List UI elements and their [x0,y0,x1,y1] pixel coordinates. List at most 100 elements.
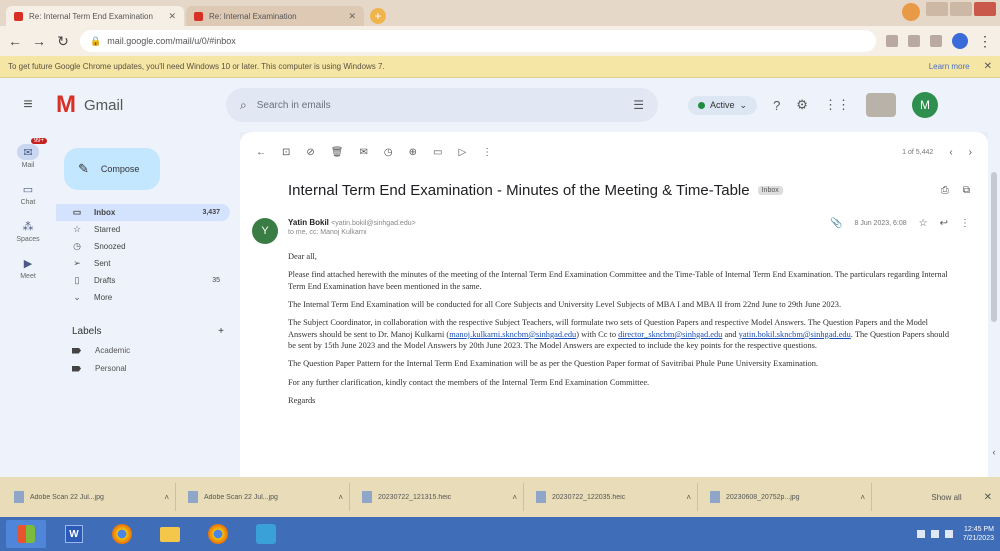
system-clock[interactable]: 12:45 PM 7/21/2023 [963,525,994,543]
reload-icon[interactable]: ↻ [56,33,70,50]
file-icon [710,491,720,503]
sidebar-item-starred[interactable]: ☆ Starred [56,221,230,238]
tab-close-icon[interactable]: ✕ [348,11,356,22]
newer-icon[interactable]: ‹ [949,147,952,158]
flag-icon[interactable] [944,530,953,538]
recipients-line[interactable]: to me, cc: Manoj Kulkarni [288,229,830,236]
chevron-up-icon[interactable]: ˄ [686,493,691,502]
sidebar-item-inbox[interactable]: ▭ Inbox 3,437 [56,204,230,221]
browser-tab[interactable]: Re: Internal Examination ✕ [186,6,364,26]
side-panel-toggle-icon[interactable]: ‹ [988,447,1000,457]
chevron-down-icon: ⌄ [739,99,748,110]
maximize-button[interactable] [950,2,972,16]
tab-search-icon[interactable] [930,35,942,47]
volume-icon[interactable] [930,530,939,538]
browser-profile-icon[interactable] [902,3,920,21]
sender-avatar[interactable]: Y [252,218,278,244]
snooze-icon[interactable]: ◷ [384,147,393,158]
page-scrollbar[interactable]: ‹ [988,132,1000,477]
chevron-up-icon[interactable]: ˄ [164,493,169,502]
email-link[interactable]: director_skncbm@sinhgad.edu [618,330,722,339]
download-item[interactable]: Adobe Scan 22 Jul...jpg ˄ [182,483,350,511]
file-icon [14,491,24,503]
window-close-button[interactable] [974,2,996,16]
add-task-icon[interactable]: ⊕ [409,147,417,158]
chevron-up-icon[interactable]: ˄ [338,493,343,502]
taskbar-chrome-2[interactable] [198,520,238,548]
browser-tab-active[interactable]: Re: Internal Term End Examination ✕ [6,6,184,26]
rail-item-chat[interactable]: ▭ Chat [0,181,56,207]
gmail-logo[interactable]: M Gmail [56,91,226,119]
archive-icon[interactable]: ⊡ [282,147,290,158]
tab-close-icon[interactable]: ✕ [168,11,176,22]
compose-button[interactable]: ✎ Compose [64,148,160,190]
mark-unread-icon[interactable]: ✉ [359,147,367,158]
sidebar-item-drafts[interactable]: ▯ Drafts 35 [56,272,230,289]
sender-name[interactable]: Yatin Bokil [288,218,329,227]
search-bar[interactable]: ⌕ Search in emails ☰ [226,88,658,122]
download-item[interactable]: 20230608_20752p...jpg ˄ [704,483,872,511]
main-menu-icon[interactable]: ≡ [0,96,56,114]
rail-item-spaces[interactable]: ⁂ Spaces [0,218,56,244]
organization-logo[interactable] [865,93,896,117]
network-icon[interactable] [916,530,925,538]
move-to-icon[interactable]: ▭ [433,147,442,158]
back-to-inbox-icon[interactable]: ← [256,147,266,158]
search-icon[interactable]: ⌕ [240,98,247,113]
delete-icon[interactable]: 🗑 [331,147,344,158]
back-icon[interactable]: ← [8,33,22,49]
extension-icon[interactable] [908,35,920,47]
lock-icon: 🔒 [90,35,102,46]
settings-gear-icon[interactable]: ⚙ [796,97,808,113]
search-options-icon[interactable]: ☰ [633,98,644,112]
older-icon[interactable]: › [969,147,972,158]
sidebar-item-sent[interactable]: ➢ Sent [56,255,230,272]
label-item-academic[interactable]: Academic [56,346,240,355]
learn-more-link[interactable]: Learn more [929,62,970,71]
forward-icon[interactable]: → [32,33,46,49]
label-item-personal[interactable]: Personal [56,364,240,373]
sidebar-item-more[interactable]: ⌄ More [56,289,230,306]
minimize-button[interactable] [926,2,948,16]
sidebar-item-snoozed[interactable]: ◷ Snoozed [56,238,230,255]
rail-item-mail[interactable]: ✉ 99+ Mail [0,138,56,169]
new-tab-button[interactable]: + [370,8,386,24]
download-item[interactable]: 20230722_121315.heic ˄ [356,483,524,511]
bookmark-star-icon[interactable] [886,35,898,47]
rail-item-meet[interactable]: ▶ Meet [0,255,56,281]
help-icon[interactable]: ? [773,98,780,113]
report-spam-icon[interactable]: ⊘ [306,147,314,158]
taskbar-explorer[interactable] [150,520,190,548]
star-icon[interactable]: ☆ [919,218,928,229]
open-new-window-icon[interactable]: ⧉ [963,185,970,196]
print-icon[interactable]: ⎙ [941,185,949,196]
reply-icon[interactable]: ↩ [940,218,948,229]
download-item[interactable]: 20230722_122035.heic ˄ [530,483,698,511]
chevron-up-icon[interactable]: ˄ [512,493,517,502]
user-avatar[interactable]: M [911,92,938,118]
more-options-icon[interactable]: ⋮ [482,147,492,158]
status-selector[interactable]: Active ⌄ [688,95,758,115]
browser-profile-avatar[interactable] [952,33,968,49]
download-item[interactable]: Adobe Scan 22 Jul...jpg ˄ [8,483,176,511]
add-label-icon[interactable]: + [218,326,224,337]
inbox-label-chip[interactable]: Inbox [757,185,783,195]
infobar-close-icon[interactable]: ✕ [984,61,992,72]
browser-menu-icon[interactable]: ⋮ [978,33,992,50]
chevron-up-icon[interactable]: ˄ [860,493,865,502]
search-input[interactable]: Search in emails [257,100,624,111]
spaces-icon: ⁂ [22,220,34,233]
show-all-downloads-button[interactable]: Show all [931,493,961,502]
scroll-thumb[interactable] [991,172,997,322]
address-bar[interactable]: 🔒 mail.google.com/mail/u/0/#inbox [80,30,876,52]
taskbar-app[interactable] [246,520,286,548]
email-link[interactable]: manoj.kulkarni.skncbm@sinhgad.edu [449,330,576,339]
taskbar-chrome[interactable] [102,520,142,548]
label-icon[interactable]: ▷ [458,147,466,158]
taskbar-word[interactable]: W [54,520,94,548]
downloads-close-icon[interactable]: ✕ [984,492,992,503]
start-button[interactable] [6,520,46,548]
more-options-icon[interactable]: ⋮ [960,218,970,229]
apps-grid-icon[interactable]: ⋮⋮ [824,97,850,113]
email-link[interactable]: yatin.bokil.skncbm@sinhgad.edu [739,330,851,339]
